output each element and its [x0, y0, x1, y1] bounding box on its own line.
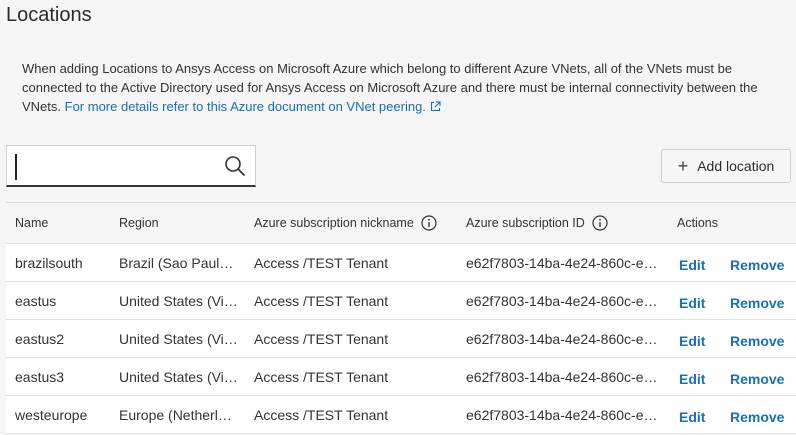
edit-link[interactable]: Edit [679, 322, 705, 359]
cell-name: brazilsouth [15, 254, 83, 271]
table-row: eastus United States (Vi… Access /TEST Ten… [6, 282, 796, 320]
cell-subscription-id: e62f7803-14ba-4e24-860c-e1… [466, 330, 663, 347]
plus-icon: + [677, 156, 689, 176]
column-header-subscription-id[interactable]: Azure subscription ID [466, 203, 663, 243]
locations-table: Name Region Azure subscription nickname … [6, 202, 796, 434]
cell-region: United States (Vi… [119, 330, 238, 347]
cell-nickname: Access /TEST Tenant [254, 330, 389, 347]
cell-nickname: Access /TEST Tenant [254, 292, 389, 309]
cell-name: eastus3 [15, 368, 65, 385]
column-header-actions: Actions [677, 216, 718, 230]
edit-link[interactable]: Edit [679, 284, 705, 321]
cell-subscription-id: e62f7803-14ba-4e24-860c-e1… [466, 254, 663, 271]
search-icon[interactable] [224, 155, 246, 182]
page-title: Locations [6, 4, 92, 26]
search-box[interactable] [6, 145, 256, 187]
remove-link[interactable]: Remove [730, 398, 784, 435]
vnet-info-text: When adding Locations to Ansys Access on… [22, 59, 792, 117]
cell-name: eastus2 [15, 330, 65, 347]
external-link-icon[interactable] [430, 98, 441, 117]
table-row: brazilsouth Brazil (Sao Paul… Access /TEST… [6, 244, 796, 282]
remove-link[interactable]: Remove [730, 284, 784, 321]
cell-nickname: Access /TEST Tenant [254, 254, 389, 271]
cell-region: Brazil (Sao Paul… [119, 254, 234, 271]
cell-name: westeurope [15, 406, 88, 423]
table-row: eastus2 United States (Vi… Access /TEST Te… [6, 320, 796, 358]
cell-nickname: Access /TEST Tenant [254, 368, 389, 385]
column-header-name[interactable]: Name [15, 203, 115, 243]
cell-region: United States (Vi… [119, 368, 238, 385]
add-location-button[interactable]: + Add location [661, 149, 791, 183]
edit-link[interactable]: Edit [679, 398, 705, 435]
add-location-label: Add location [697, 158, 775, 174]
column-header-region[interactable]: Region [119, 203, 244, 243]
cell-region: United States (Vi… [119, 292, 238, 309]
edit-link[interactable]: Edit [679, 246, 705, 283]
cell-region: Europe (Netherl… [119, 406, 232, 423]
vnet-peering-link[interactable]: For more details refer to this Azure doc… [65, 99, 426, 114]
table-row: westeurope Europe (Netherl… Access /TEST T… [6, 396, 796, 434]
remove-link[interactable]: Remove [730, 360, 784, 397]
cell-subscription-id: e62f7803-14ba-4e24-860c-e1… [466, 368, 663, 385]
cell-name: eastus [15, 292, 57, 309]
cell-subscription-id: e62f7803-14ba-4e24-860c-e1… [466, 292, 663, 309]
nickname-info-icon[interactable] [421, 215, 437, 231]
cell-subscription-id: e62f7803-14ba-4e24-860c-e1… [466, 406, 663, 423]
table-row: eastus3 United States (Vi… Access /TEST Te… [6, 358, 796, 396]
subscription-id-info-icon[interactable] [592, 215, 608, 231]
cell-nickname: Access /TEST Tenant [254, 406, 389, 423]
search-input[interactable] [15, 154, 223, 180]
remove-link[interactable]: Remove [730, 246, 784, 283]
column-header-nickname[interactable]: Azure subscription nickname [254, 203, 454, 243]
edit-link[interactable]: Edit [679, 360, 705, 397]
remove-link[interactable]: Remove [730, 322, 784, 359]
table-header: Name Region Azure subscription nickname … [6, 203, 796, 244]
